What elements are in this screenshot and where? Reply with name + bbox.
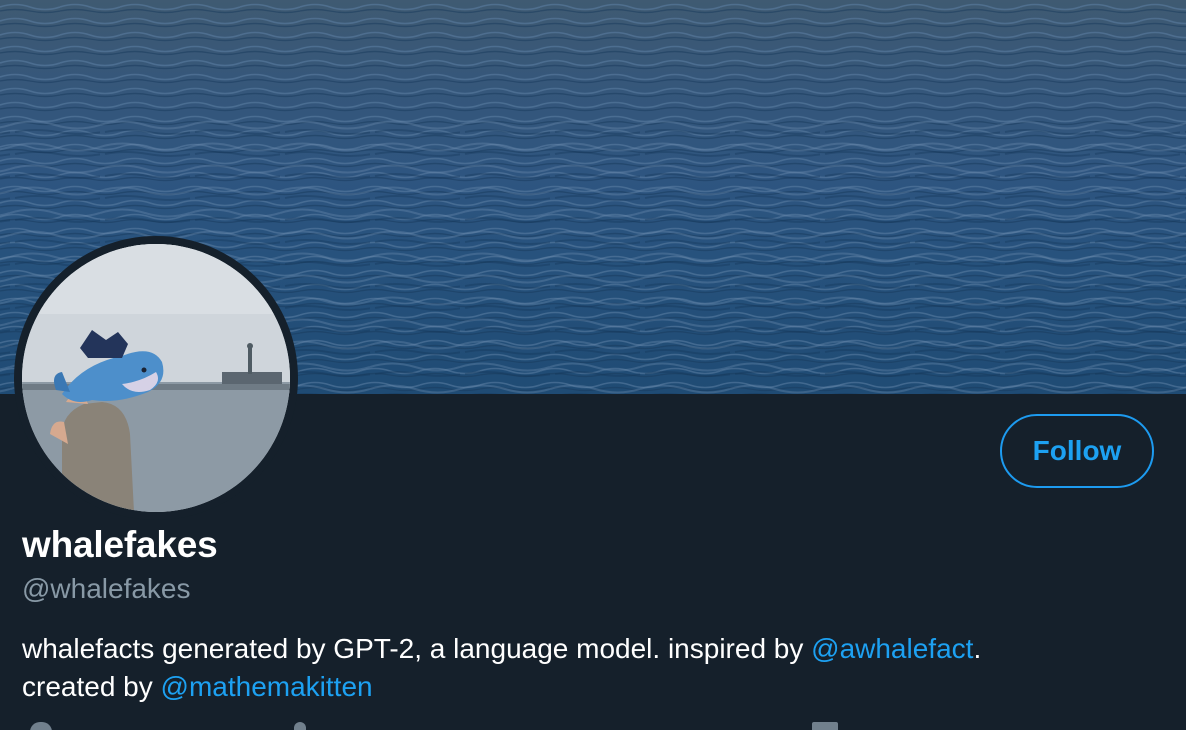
avatar[interactable]: [22, 244, 290, 512]
bio-text: created by: [22, 671, 161, 702]
display-name: whalefakes: [22, 524, 218, 565]
calendar-icon: [812, 722, 838, 730]
location-icon: [30, 722, 52, 730]
avatar-border: [14, 236, 298, 520]
mention-link-mathemakitten[interactable]: @mathemakitten: [161, 671, 373, 702]
mention-link-awhalefact[interactable]: @awhalefact: [811, 633, 973, 664]
profile-meta-row: [22, 722, 1162, 730]
follow-button[interactable]: Follow: [1000, 414, 1154, 488]
profile-page: Follow whalefakes @whalefakes whalefacts…: [0, 0, 1186, 730]
link-icon: [294, 722, 306, 730]
profile-bio: whalefacts generated by GPT-2, a languag…: [22, 630, 1162, 706]
user-handle: @whalefakes: [22, 573, 191, 604]
bio-text: .: [973, 633, 982, 664]
whale-plush-photo: [22, 244, 290, 512]
bio-text: whalefacts generated by GPT-2, a languag…: [22, 633, 812, 664]
